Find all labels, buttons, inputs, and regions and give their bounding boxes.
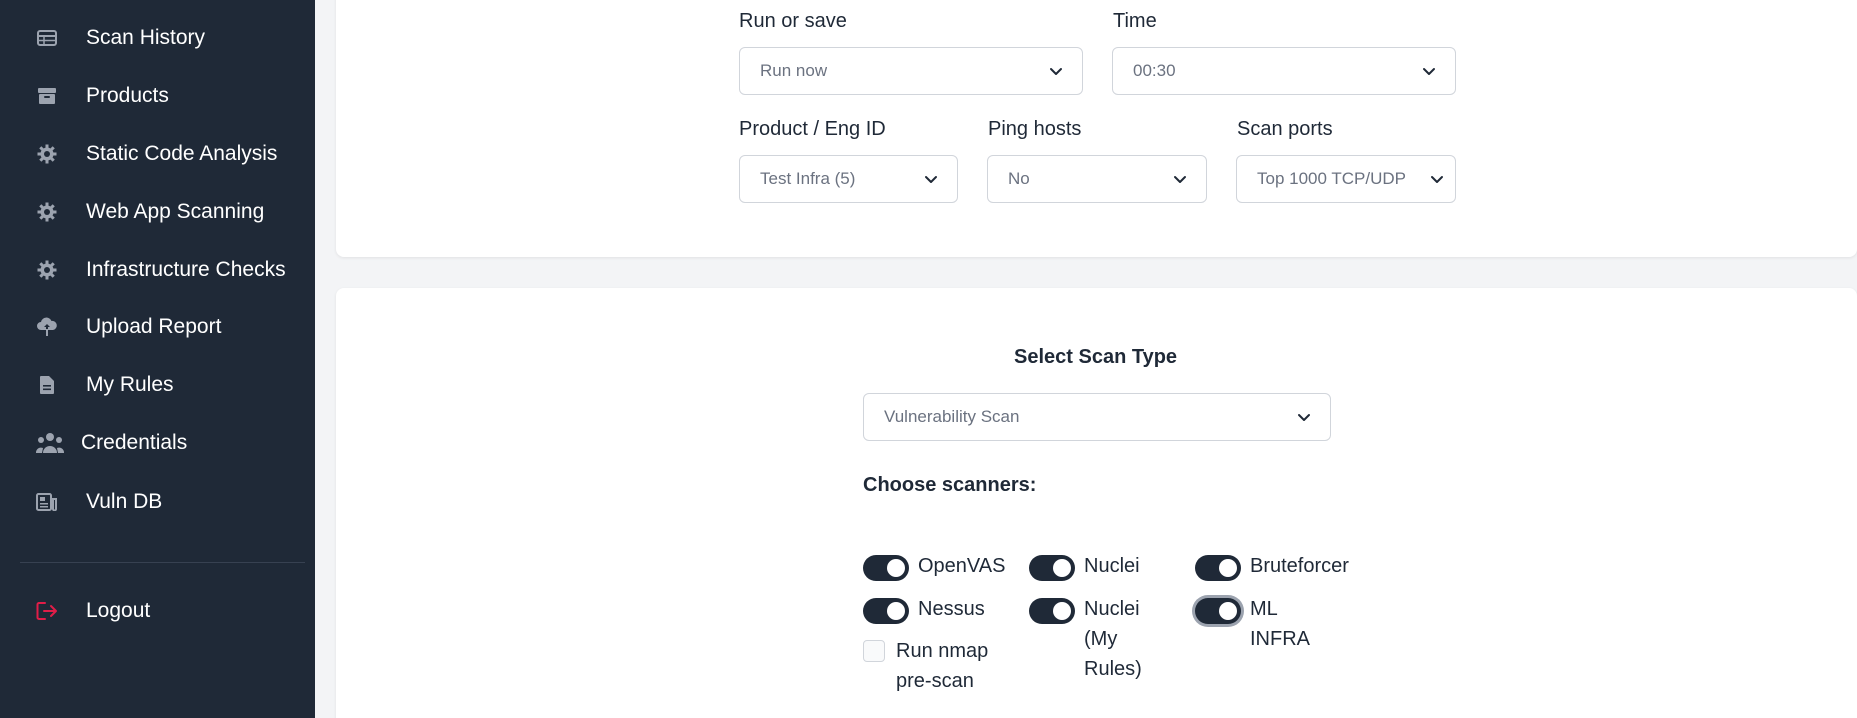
toggle-knob <box>1053 559 1071 577</box>
scan-type-value: Vulnerability Scan <box>884 407 1020 426</box>
gear-icon <box>36 259 58 281</box>
scan-ports-value: Top 1000 TCP/UDP <box>1257 169 1406 188</box>
nessus-label: Nessus <box>918 598 985 620</box>
time-label: Time <box>1113 10 1157 32</box>
scan-type-select[interactable]: Vulnerability Scan <box>863 393 1331 441</box>
toggle-knob <box>1219 602 1237 620</box>
logout-label: Logout <box>86 599 151 622</box>
bruteforcer-label: Bruteforcer <box>1250 555 1349 577</box>
scan-type-card: Select Scan Type Vulnerability Scan Choo… <box>336 288 1857 718</box>
scan-ports-label: Scan ports <box>1237 118 1333 140</box>
bruteforcer-toggle[interactable] <box>1195 555 1241 581</box>
choose-scanners-label: Choose scanners: <box>863 474 1037 496</box>
product-eng-id-label: Product / Eng ID <box>739 118 886 140</box>
gear-icon <box>36 201 58 223</box>
sidebar-item-web-app-scanning[interactable]: Web App Scanning <box>0 187 315 237</box>
sidebar: Scan History Products Static Code Analys… <box>0 0 315 718</box>
sidebar-item-upload-report[interactable]: Upload Report <box>0 302 315 352</box>
time-value: 00:30 <box>1133 61 1176 80</box>
run-or-save-value: Run now <box>760 61 828 80</box>
sidebar-item-scan-history[interactable]: Scan History <box>0 13 315 63</box>
sidebar-item-my-rules[interactable]: My Rules <box>0 360 315 410</box>
sidebar-item-label: Vuln DB <box>86 490 163 513</box>
archive-icon <box>36 85 58 107</box>
nessus-toggle[interactable] <box>863 598 909 624</box>
run-or-save-label: Run or save <box>739 10 847 32</box>
sidebar-item-label: Upload Report <box>86 315 222 338</box>
logout-icon <box>36 600 58 622</box>
logout-button[interactable]: Logout <box>0 586 315 636</box>
time-select[interactable]: 00:30 <box>1112 47 1456 95</box>
ping-hosts-label: Ping hosts <box>988 118 1082 140</box>
sidebar-item-label: My Rules <box>86 373 174 396</box>
chevron-down-icon <box>925 176 937 183</box>
ml-infra-toggle[interactable] <box>1195 598 1241 624</box>
table-icon <box>36 27 58 49</box>
sidebar-item-label: Credentials <box>81 431 188 454</box>
sidebar-item-static-code-analysis[interactable]: Static Code Analysis <box>0 129 315 179</box>
nuclei-my-rules-label: Nuclei (My Rules) <box>1084 598 1142 680</box>
sidebar-item-products[interactable]: Products <box>0 71 315 121</box>
run-or-save-select[interactable]: Run now <box>739 47 1083 95</box>
schedule-card: Run or save Run now Time 00:30 Product /… <box>336 0 1857 257</box>
chevron-down-icon <box>1174 176 1186 183</box>
ml-infra-label: ML INFRA <box>1250 598 1310 650</box>
chevron-down-icon <box>1431 176 1443 183</box>
sidebar-divider <box>20 562 305 563</box>
nuclei-my-rules-toggle[interactable] <box>1029 598 1075 624</box>
toggle-knob <box>887 559 905 577</box>
sidebar-item-label: Static Code Analysis <box>86 142 278 165</box>
chevron-down-icon <box>1423 68 1435 75</box>
openvas-toggle[interactable] <box>863 555 909 581</box>
users-icon <box>36 432 64 454</box>
chevron-down-icon <box>1298 414 1310 421</box>
sidebar-item-label: Web App Scanning <box>86 200 265 223</box>
nuclei-label: Nuclei <box>1084 555 1140 577</box>
gear-icon <box>36 143 58 165</box>
sidebar-item-label: Products <box>86 84 169 107</box>
ping-hosts-select[interactable]: No <box>987 155 1207 203</box>
toggle-knob <box>887 602 905 620</box>
nuclei-toggle[interactable] <box>1029 555 1075 581</box>
sidebar-item-vuln-db[interactable]: Vuln DB <box>0 477 315 527</box>
nmap-prescan-checkbox[interactable] <box>863 640 885 662</box>
toggle-knob <box>1053 602 1071 620</box>
sidebar-item-credentials[interactable]: Credentials <box>0 418 315 468</box>
news-icon <box>36 491 58 513</box>
nmap-prescan-label: Run nmap pre-scan <box>896 640 989 692</box>
document-icon <box>36 374 58 396</box>
cloud-upload-icon <box>36 316 58 338</box>
sidebar-item-label: Infrastructure Checks <box>86 258 286 281</box>
ping-hosts-value: No <box>1008 169 1030 188</box>
sidebar-item-infrastructure-checks[interactable]: Infrastructure Checks <box>0 245 315 295</box>
product-eng-id-select[interactable]: Test Infra (5) <box>739 155 958 203</box>
select-scan-type-title: Select Scan Type <box>1014 346 1178 368</box>
toggle-knob <box>1219 559 1237 577</box>
product-eng-id-value: Test Infra (5) <box>760 169 856 188</box>
scan-ports-select[interactable]: Top 1000 TCP/UDP <box>1236 155 1456 203</box>
chevron-down-icon <box>1050 68 1062 75</box>
openvas-label: OpenVAS <box>918 555 1006 577</box>
sidebar-item-label: Scan History <box>86 26 206 49</box>
